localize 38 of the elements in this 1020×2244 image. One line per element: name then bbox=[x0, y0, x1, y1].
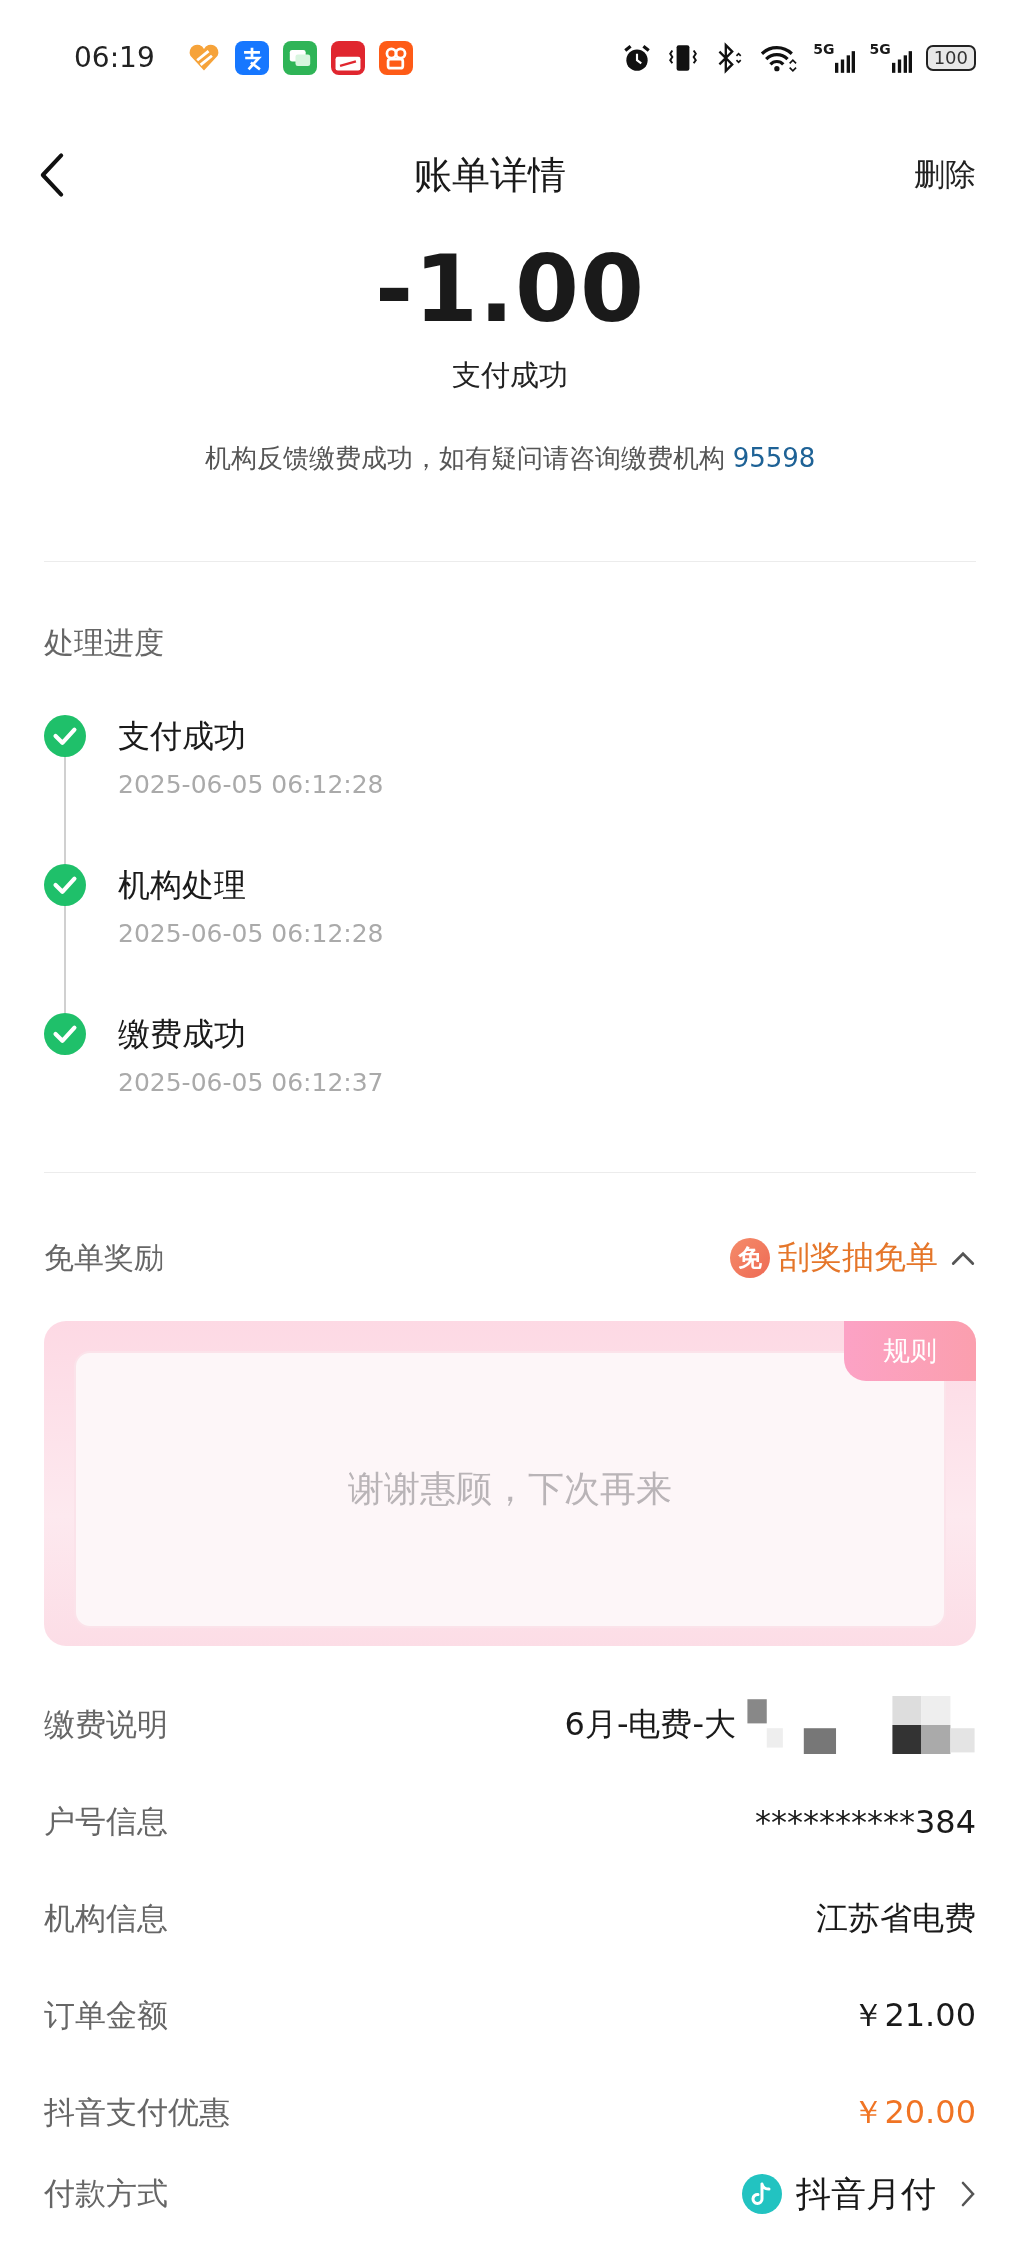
discount-value: ￥20.00 bbox=[852, 2091, 976, 2133]
free-badge: 免 bbox=[730, 1238, 770, 1278]
payment-app-icon bbox=[330, 40, 365, 75]
video-app-icon bbox=[378, 40, 413, 75]
page-title: 账单详情 bbox=[414, 151, 566, 199]
back-icon[interactable] bbox=[38, 152, 66, 198]
amount: -1.00 bbox=[374, 235, 646, 345]
row-label: 订单金额 bbox=[44, 1995, 168, 2035]
result-message: 谢谢惠顾，下次再来 bbox=[348, 1467, 672, 1511]
section-title: 处理进度 bbox=[44, 624, 165, 662]
chat-app-icon bbox=[282, 40, 317, 75]
phone-link[interactable]: 95598 bbox=[732, 430, 816, 486]
step-label: 支付成功 bbox=[118, 716, 247, 757]
payment-status: 支付成功 bbox=[452, 357, 568, 394]
row-label: 户号信息 bbox=[44, 1801, 168, 1841]
step-time: 2025-06-05 06:12:28 bbox=[118, 918, 384, 950]
row-label: 付款方式 bbox=[44, 2174, 168, 2213]
status-time: 06:19 bbox=[74, 41, 155, 74]
section-title: 免单奖励 bbox=[44, 1239, 164, 1277]
row-label: 机构信息 bbox=[44, 1898, 168, 1938]
row-label: 抖音支付优惠 bbox=[44, 2092, 230, 2132]
notice-text: 机构反馈缴费成功，如有疑问请咨询缴费机构 bbox=[204, 442, 725, 475]
battery-icon: 100 bbox=[925, 44, 976, 71]
row-label: 缴费说明 bbox=[44, 1704, 168, 1744]
payment-method-button[interactable]: 抖音月付 bbox=[796, 2170, 936, 2218]
chevron-right-icon[interactable] bbox=[960, 2180, 976, 2208]
step-label: 缴费成功 bbox=[118, 1014, 247, 1055]
step-time: 2025-06-05 06:12:28 bbox=[118, 769, 384, 801]
scratch-label: 刮奖抽免单 bbox=[778, 1237, 938, 1278]
row-value: 江苏省电费 bbox=[816, 1897, 976, 1939]
step-label: 机构处理 bbox=[118, 865, 247, 906]
pay-app-icon bbox=[234, 40, 269, 75]
delete-button[interactable]: 删除 bbox=[914, 154, 976, 196]
row-value: ￥21.00 bbox=[852, 1994, 976, 2036]
row-value: **********384 bbox=[754, 1802, 976, 1841]
row-value: 6月-电费-大 bbox=[564, 1703, 736, 1745]
step-time: 2025-06-05 06:12:37 bbox=[118, 1067, 384, 1099]
music-note-icon bbox=[742, 2174, 782, 2214]
